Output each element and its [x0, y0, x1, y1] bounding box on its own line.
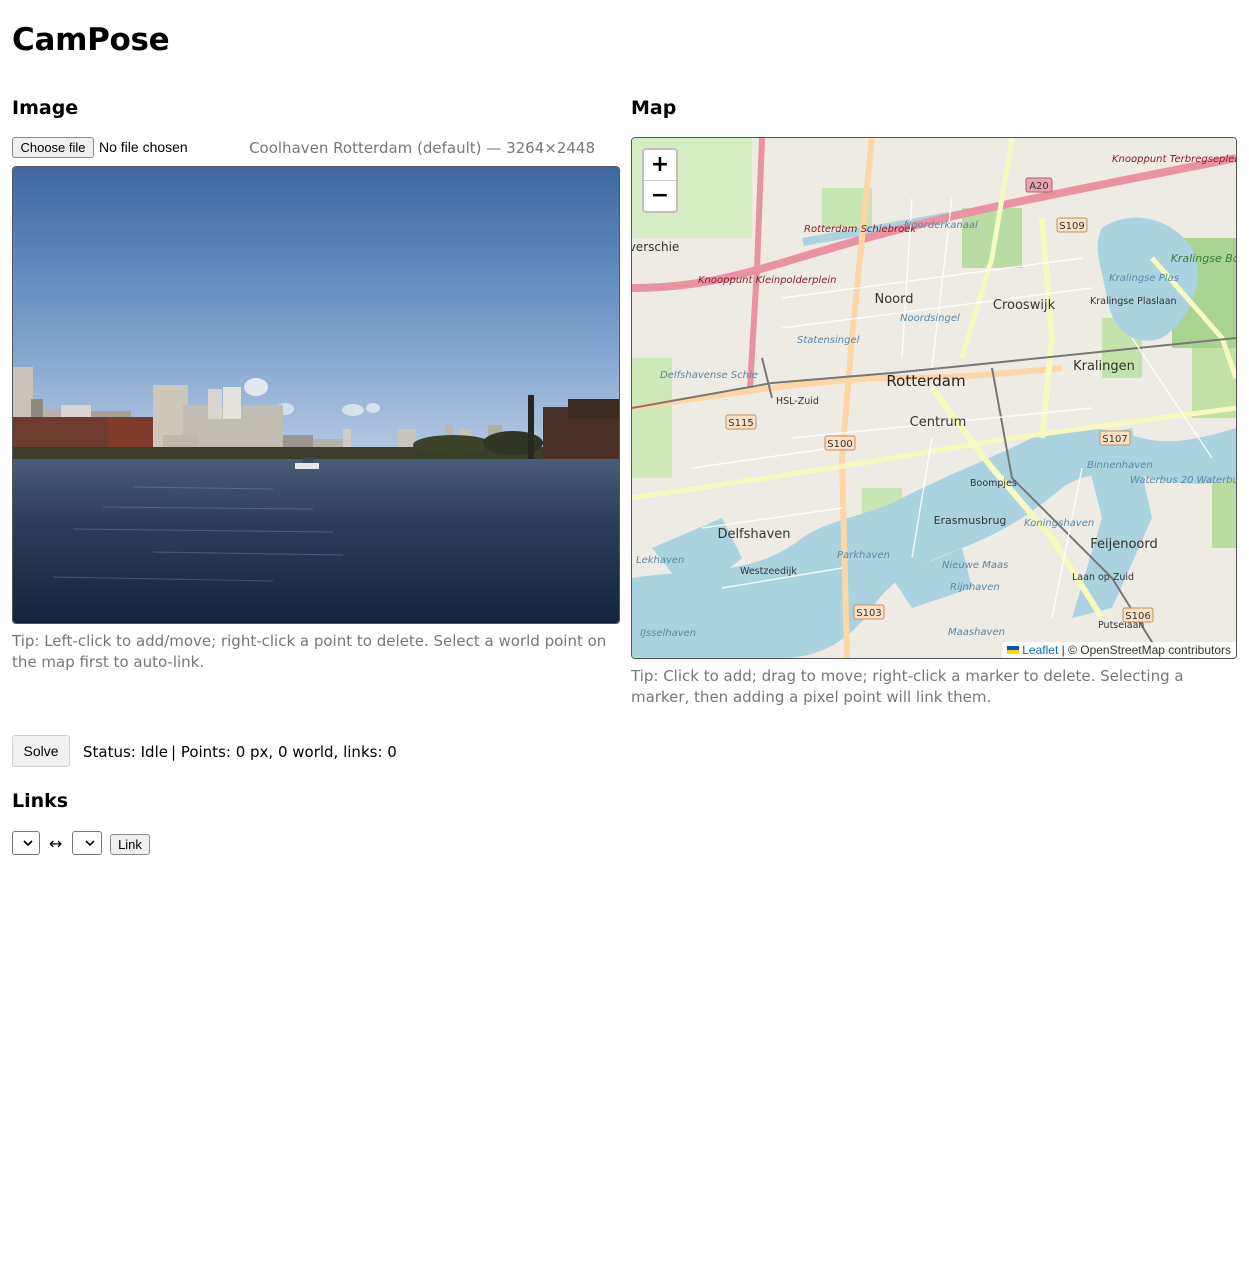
link-arrow: ↔ — [49, 834, 63, 853]
label-hsl-zuid: HSL-Zuid — [776, 396, 819, 407]
image-info: Coolhaven Rotterdam (default) — 3264×244… — [249, 139, 595, 157]
label-noorderkanaal: Noorderkanaal — [904, 220, 978, 231]
status-text: Status: Idle — [83, 743, 168, 761]
label-kralingse-plas: Kralingse Plas — [1109, 273, 1179, 284]
map-tip: Tip: Click to add; drag to move; right-c… — [631, 667, 1184, 706]
shield-s103: S103 — [856, 608, 881, 619]
label-feijenoord: Feijenoord — [1090, 537, 1158, 552]
chevron-down-icon — [85, 840, 95, 847]
label-knooppunt-terbregseplein: Knooppunt Terbregseplein — [1112, 154, 1236, 165]
map-canvas[interactable]: Rotterdam Noord Crooswijk Kralingen Cent… — [631, 137, 1237, 659]
label-rotterdam: Rotterdam — [886, 372, 965, 390]
chevron-down-icon — [23, 840, 33, 847]
links-heading: Links — [12, 790, 69, 812]
world-point-select[interactable] — [72, 831, 102, 855]
label-maashaven: Maashaven — [948, 627, 1005, 638]
label-westzeedijk: Westzeedijk — [740, 566, 797, 577]
coolhaven-photo — [13, 167, 619, 623]
ukraine-flag-icon — [1006, 646, 1019, 654]
label-rijnhaven: Rijnhaven — [950, 582, 1000, 593]
label-statensingel: Statensingel — [797, 335, 860, 346]
label-kralingse-bos: Kralingse Bos — [1171, 252, 1236, 265]
map-heading: Map — [631, 97, 677, 119]
label-noord: Noord — [875, 292, 914, 307]
shield-s100: S100 — [827, 439, 852, 450]
shield-s107: S107 — [1102, 434, 1127, 445]
label-delfshaven: Delfshaven — [717, 527, 790, 542]
label-binnenhaven: Binnenhaven — [1087, 460, 1153, 471]
osm-attribution[interactable]: | © OpenStreetMap contributors — [1062, 643, 1231, 657]
label-waterbus: Waterbus 20 Waterbus 21 — [1130, 475, 1236, 486]
file-status: No file chosen — [99, 139, 188, 155]
photo-canvas[interactable] — [12, 166, 620, 624]
zoom-control: + − — [642, 148, 678, 213]
label-rotterdam-schiebroek: Rotterdam Schiebroek — [804, 224, 917, 235]
label-nieuwe-maas: Nieuwe Maas — [942, 560, 1008, 571]
label-erasmusbrug: Erasmusbrug — [934, 514, 1007, 527]
choose-file-button[interactable]: Choose file — [12, 137, 94, 158]
label-kralingse-plaslaan: Kralingse Plaslaan — [1090, 296, 1177, 307]
label-knooppunt-kleinpolderplein: Knooppunt Kleinpolderplein — [698, 275, 836, 286]
label-centrum: Centrum — [910, 415, 967, 430]
shield-a20: A20 — [1029, 181, 1049, 192]
solve-button[interactable]: Solve — [12, 735, 70, 767]
shield-s109: S109 — [1059, 221, 1084, 232]
pixel-point-select[interactable] — [12, 831, 40, 855]
shield-s106: S106 — [1125, 611, 1150, 622]
label-laan-op-zuid: Laan op Zuid — [1072, 572, 1134, 583]
image-heading: Image — [12, 97, 79, 119]
shield-s115: S115 — [728, 418, 753, 429]
street-map: Rotterdam Noord Crooswijk Kralingen Cent… — [632, 138, 1236, 658]
label-boompjes: Boompjes — [970, 478, 1017, 489]
map-attribution: Leaflet | © OpenStreetMap contributors — [1001, 642, 1236, 658]
image-tip: Tip: Left-click to add/move; right-click… — [12, 632, 607, 671]
label-parkhaven: Parkhaven — [837, 550, 890, 561]
label-overschie: verschie — [632, 240, 679, 254]
label-ijsselhaven: IJsselhaven — [640, 628, 696, 639]
link-button[interactable]: Link — [110, 834, 150, 855]
points-summary: | Points: 0 px, 0 world, links: 0 — [171, 743, 397, 761]
label-lekhaven: Lekhaven — [636, 555, 684, 566]
leaflet-link[interactable]: Leaflet — [1022, 643, 1058, 657]
zoom-out-button[interactable]: − — [644, 180, 676, 211]
label-kralingen: Kralingen — [1073, 359, 1135, 374]
app-title: CamPose — [12, 22, 170, 58]
label-delfshavense-schie: Delfshavense Schie — [660, 370, 758, 381]
zoom-in-button[interactable]: + — [644, 150, 676, 180]
label-noordsingel: Noordsingel — [900, 313, 960, 324]
label-koningshaven: Koningshaven — [1024, 518, 1094, 529]
label-crooswijk: Crooswijk — [993, 298, 1056, 313]
